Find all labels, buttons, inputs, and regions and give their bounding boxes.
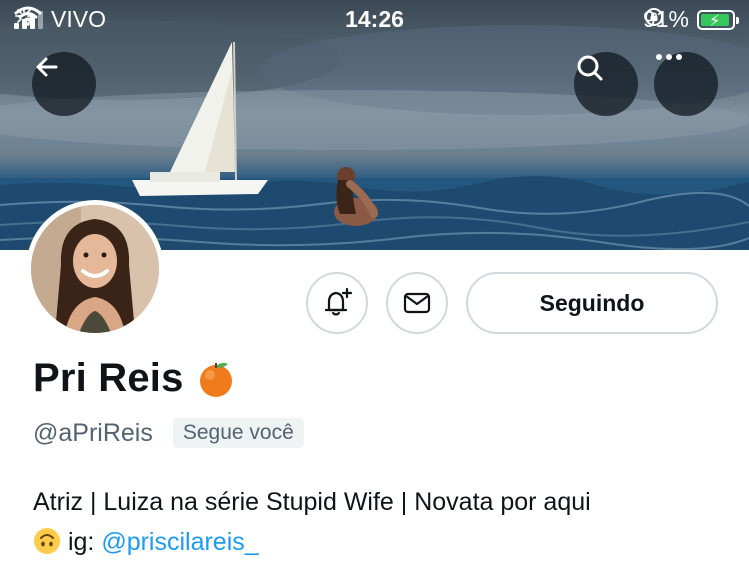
status-time: 14:26 bbox=[345, 6, 404, 32]
notifications-button[interactable] bbox=[306, 272, 368, 334]
status-bar: VIVO 14:26 91% ⚡ bbox=[0, 0, 749, 40]
mail-icon bbox=[403, 292, 431, 314]
more-button[interactable] bbox=[654, 52, 718, 116]
orange-emoji bbox=[199, 362, 232, 397]
profile-name-row: Pri Reis bbox=[33, 356, 236, 401]
message-button[interactable] bbox=[386, 272, 448, 334]
profile-handle: @aPriReis bbox=[33, 418, 153, 447]
more-horizontal-icon bbox=[656, 54, 682, 60]
upside-down-face-emoji bbox=[34, 528, 60, 554]
following-button[interactable]: Seguindo bbox=[466, 272, 718, 334]
search-button[interactable] bbox=[574, 52, 638, 116]
arrow-left-icon bbox=[36, 57, 58, 77]
follows-you-badge: Segue você bbox=[172, 418, 304, 448]
battery-charging-icon: ⚡ bbox=[697, 9, 739, 30]
handle-row: @aPriReis Segue você bbox=[33, 418, 304, 448]
search-icon bbox=[577, 55, 603, 81]
bio-instagram-link[interactable]: @priscilareis_ bbox=[101, 528, 258, 556]
avatar-image bbox=[31, 205, 159, 333]
profile-bio: Atriz | Luiza na série Stupid Wife | Nov… bbox=[33, 482, 733, 562]
bio-ig-label: ig: bbox=[67, 528, 95, 556]
orientation-lock-icon bbox=[644, 8, 663, 26]
bell-plus-icon bbox=[324, 287, 353, 316]
bio-text: Atriz | Luiza na série Stupid Wife | Nov… bbox=[33, 488, 591, 516]
display-name: Pri Reis bbox=[33, 356, 184, 400]
profile-avatar[interactable] bbox=[26, 200, 164, 338]
back-button[interactable] bbox=[32, 52, 96, 116]
